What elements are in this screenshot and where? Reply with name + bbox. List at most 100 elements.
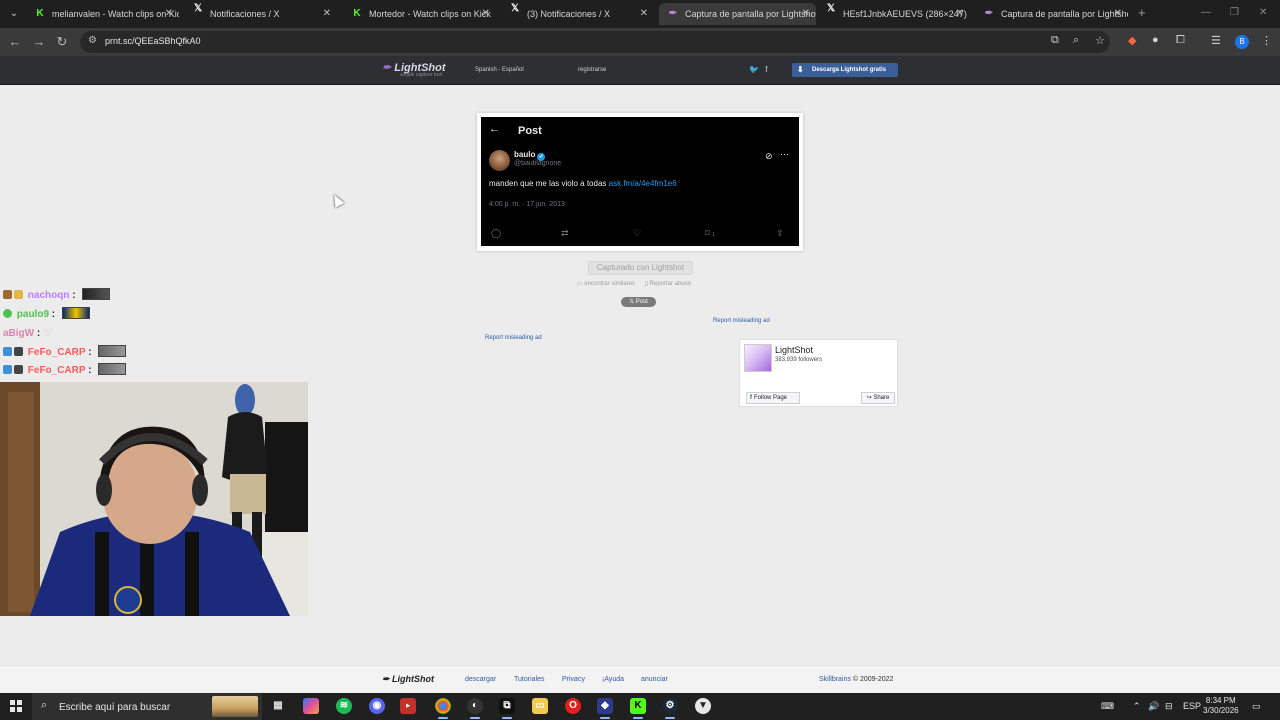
x-post-button[interactable]: 𝕏 Post [621,297,656,307]
reading-list-icon[interactable]: ☰ [1211,34,1221,47]
mouse-cursor-icon [329,192,345,208]
back-arrow-icon: ← [489,123,500,135]
minimize-icon[interactable]: — [1201,7,1211,18]
close-tab-icon[interactable]: ✕ [482,3,490,25]
kick-icon: K [36,8,44,19]
report-abuse-link[interactable]: ▯ Reportar abuso [645,281,695,287]
download-icon: ⬇ [797,65,804,74]
lightshot-page-thumbnail[interactable] [744,344,772,372]
footer-link-advertise[interactable]: anunciar [641,676,668,683]
register-link[interactable]: registrarse [578,67,606,73]
notifications-icon[interactable]: ▭ [1252,701,1261,712]
search-highlight-image [212,696,258,717]
url-field[interactable]: ⚙ prnt.sc/QEEaSBhQfkA0 [80,31,1110,53]
tab-search-icon[interactable]: ⌄ [6,6,22,22]
report-ad-link[interactable]: Report misleading ad [485,335,542,341]
screenshot-image: ← Post baulo ✓ @bautilagnone ⊘ ⋯ manden q… [477,113,803,251]
footer-link-tutorials[interactable]: Tutoriales [514,676,544,683]
lightshot-header: ✒ LightShot simple capture tool Spanish -… [0,56,1280,85]
close-tab-icon[interactable]: ✕ [640,3,648,25]
close-tab-icon[interactable]: ✕ [956,3,964,25]
close-tab-icon[interactable]: ✕ [323,3,331,25]
close-tab-icon[interactable]: ✕ [165,3,173,25]
tab-title: melianvalen - Watch clips on Kick [52,9,179,19]
fb-page-name[interactable]: LightShot [775,345,813,355]
report-ad-link[interactable]: Report misleading ad [713,318,770,324]
spotify-icon[interactable]: ≋ [336,698,352,714]
language-indicator[interactable]: ESP [1183,701,1201,711]
extension-icon[interactable]: ● [1152,34,1159,46]
feather-icon: ✒ [382,62,392,74]
zoom-icon[interactable]: ⌕ [1073,34,1079,47]
capcut-icon[interactable]: ⧉ [499,698,515,719]
badge-icon [3,347,12,356]
windows-start-icon[interactable] [10,700,22,712]
chat-message: nachoqn : [3,288,111,304]
site-info-icon[interactable]: ⚙ [88,35,97,46]
badge-icon [14,290,23,299]
extensions-puzzle-icon[interactable]: ⧠ [1176,34,1185,47]
restore-icon[interactable]: ❐ [1230,7,1239,18]
chrome-icon[interactable] [435,698,451,719]
lightshot-logo[interactable]: ✒ LightShot simple capture tool [382,61,446,78]
url-text: prnt.sc/QEEaSBhQfkA0 [105,36,201,46]
chat-message: paulo9 : [3,307,90,323]
forward-icon[interactable]: → [31,34,47,50]
show-hidden-icons-icon[interactable]: ⌃ [1133,701,1141,712]
app-icon[interactable]: ◆ [597,698,613,719]
install-app-icon[interactable]: ⧉ [1051,34,1059,47]
reload-icon[interactable]: ↻ [54,34,70,50]
browser-tab[interactable]: 𝕏 HEsf1JnbkAEUEVS (286×247) ✕ [817,3,970,25]
skillbrains-link[interactable]: Skillbrains [819,676,851,683]
twitter-icon[interactable]: 🐦 [749,65,759,74]
facebook-icon[interactable]: f [765,65,767,74]
browser-tab[interactable]: K Mortedor - Watch clips on Kick ✕ [343,3,496,25]
browser-tab[interactable]: 𝕏 (3) Notificaciones / X ✕ [501,3,654,25]
obs-icon[interactable]: ◐ [467,698,483,719]
footer-logo[interactable]: ✒ LightShot [382,674,434,685]
copilot-icon[interactable] [303,698,319,714]
emote-image [61,307,90,319]
browser-tab[interactable]: K melianvalen - Watch clips on Kick ✕ [26,3,179,25]
footer-link-help[interactable]: ¡Ayuda [602,676,624,683]
kick-icon[interactable]: K [630,698,646,719]
close-window-icon[interactable]: ✕ [1259,7,1267,18]
badge-icon [14,365,23,374]
taskbar-search-box[interactable]: ⌕ Escribe aquí para buscar [32,693,262,720]
browser-tab[interactable]: ✒ Captura de pantalla por Lightshot ✕ [975,3,1128,25]
find-similar-link[interactable]: ▭ encontrar similares [577,281,639,287]
share-button[interactable]: ↪ Share [861,392,895,404]
touch-keyboard-icon[interactable]: ⌨ [1101,701,1114,712]
windows-taskbar: ⌕ Escribe aquí para buscar ▦ ≋ ◉ ▶ ◐ ⧉ ▭… [0,693,1280,720]
bookmark-star-icon[interactable]: ☆ [1095,34,1105,47]
clock-time: 8:34 PM [1205,696,1236,705]
file-explorer-icon[interactable]: ▭ [532,698,548,714]
video-editor-icon[interactable]: ▶ [400,698,416,714]
captured-with-lightshot-label: Capturado con Lightshot [588,261,693,275]
network-icon[interactable]: ⊟ [1165,701,1173,712]
steam-icon[interactable]: ⚙ [662,698,678,719]
close-tab-icon[interactable]: ✕ [1114,3,1122,25]
new-tab-icon[interactable]: + [1138,5,1146,20]
taskbar-clock[interactable]: 8:34 PM 3/30/2026 [1203,696,1239,716]
browser-tab[interactable]: 𝕏 Notificaciones / X ✕ [184,3,337,25]
language-selector[interactable]: Spanish - Español [475,67,524,73]
footer-link-download[interactable]: descargar [465,676,496,683]
facebook-icon: f [750,395,752,401]
profile-avatar[interactable]: B [1235,35,1249,49]
task-view-icon[interactable]: ▦ [270,698,286,714]
footer-link-privacy[interactable]: Privacy [562,676,585,683]
discord-icon[interactable]: ◉ [369,698,385,714]
opera-icon[interactable]: O [565,698,581,714]
browser-tab-active[interactable]: ✒ Captura de pantalla por Lightshot ✕ [659,3,816,25]
volume-icon[interactable]: 🔊 [1148,701,1159,712]
download-lightshot-button[interactable]: ⬇ Descarga Lightshot gratis [792,63,898,77]
follow-page-button[interactable]: f Follow Page [746,392,800,404]
close-tab-icon[interactable]: ✕ [802,3,810,25]
emote-icon: ♡ [43,328,52,339]
back-icon[interactable]: ← [7,34,23,50]
app-icon[interactable]: ▼ [695,698,711,714]
extension-icon[interactable]: ◆ [1128,34,1136,47]
more-icon: ⋯ [780,149,789,159]
browser-menu-icon[interactable]: ⋮ [1261,34,1272,47]
